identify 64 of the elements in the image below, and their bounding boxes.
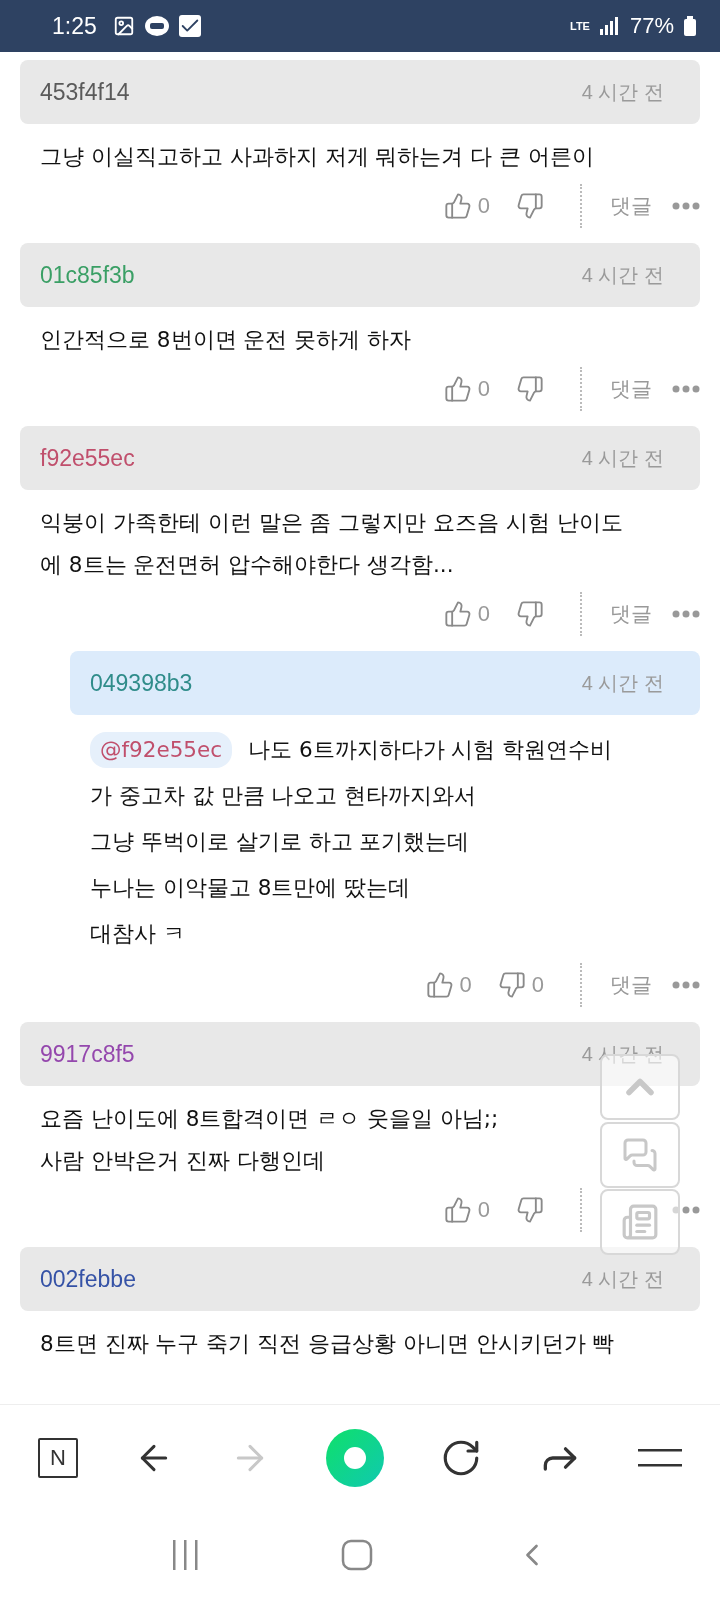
like-count: 0 xyxy=(459,972,472,998)
timestamp: 4 시간 전 xyxy=(581,670,664,696)
comment-text: 대참사 ㅋ xyxy=(90,920,185,948)
home-logo[interactable]: N xyxy=(38,1437,78,1478)
center-button[interactable] xyxy=(326,1428,384,1487)
reply-link[interactable]: 댓글 xyxy=(610,192,652,220)
like-count: 0 xyxy=(477,376,490,402)
timestamp: 4 시간 전 xyxy=(581,445,664,471)
like-count: 0 xyxy=(477,601,490,627)
thumbs-up-icon[interactable] xyxy=(443,600,472,628)
mention-tag[interactable]: @f92e55ec xyxy=(90,732,233,768)
comment-text: 익붕이 가족한테 이런 말은 좀 그렇지만 요즈음 시험 난이도 xyxy=(40,509,623,537)
thumbs-up-icon[interactable] xyxy=(443,375,472,403)
comment-text: 누나는 이악물고 8트만에 땄는데 xyxy=(90,874,411,902)
menu-icon[interactable] xyxy=(638,1448,682,1467)
thumbs-up-icon[interactable] xyxy=(443,192,472,220)
timestamp: 4 시간 전 xyxy=(581,79,664,105)
network-label: LTE xyxy=(570,20,590,32)
clock: 1:25 xyxy=(52,12,97,40)
battery-icon xyxy=(684,16,696,36)
more-icon[interactable] xyxy=(672,610,700,618)
check-icon xyxy=(178,15,201,37)
username[interactable]: 453f4f14 xyxy=(40,78,130,106)
comment-text: 요즘 난이도에 8트합격이면 ㄹㅇ 웃을일 아님;; xyxy=(40,1105,499,1133)
thumbs-up-icon[interactable] xyxy=(443,1196,472,1224)
like-count: 0 xyxy=(477,1197,490,1223)
image-icon xyxy=(112,15,135,37)
comment-text: 그냥 이실직고하고 사과하지 저게 뭐하는겨 다 큰 어른이 xyxy=(40,143,594,171)
username[interactable]: 002febbe xyxy=(40,1265,136,1293)
battery-level: 77% xyxy=(629,13,674,39)
more-icon[interactable] xyxy=(672,1206,700,1214)
comment-text: 가 중고차 값 만큼 나오고 현타까지와서 xyxy=(90,782,477,810)
reply-link[interactable]: 댓글 xyxy=(610,971,652,999)
home-icon[interactable] xyxy=(341,1539,373,1571)
recent-apps-icon[interactable] xyxy=(170,1540,201,1570)
timestamp: 4 시간 전 xyxy=(581,1266,664,1292)
username[interactable]: f92e55ec xyxy=(40,444,135,472)
dislike-count: 0 xyxy=(531,972,544,998)
username[interactable]: 01c85f3b xyxy=(40,261,135,289)
comment-text: 인간적으로 8번이면 운전 못하게 하자 xyxy=(40,326,412,354)
more-icon[interactable] xyxy=(672,202,700,210)
thumbs-up-icon[interactable] xyxy=(425,971,454,999)
like-count: 0 xyxy=(477,193,490,219)
thumbs-down-icon[interactable] xyxy=(516,192,544,220)
comment-text: 나도 6트까지하다가 시험 학원연수비 xyxy=(248,736,613,764)
thumbs-down-icon[interactable] xyxy=(516,600,544,628)
comment-text: 사람 안박은거 진짜 다행인데 xyxy=(40,1147,325,1175)
thumbs-down-icon[interactable] xyxy=(516,375,544,403)
comment-text: 에 8트는 운전면허 압수해야한다 생각함... xyxy=(40,551,454,579)
comment-text: 그냥 뚜벅이로 살기로 하고 포기했는데 xyxy=(90,828,470,856)
chat-bubble-icon xyxy=(144,16,169,36)
timestamp: 4 시간 전 xyxy=(581,262,664,288)
username[interactable]: 9917c8f5 xyxy=(40,1040,135,1068)
comment-text: 8트면 진짜 누구 죽기 직전 응급상황 아니면 안시키던가 빡 xyxy=(40,1330,615,1358)
chat-bubbles-icon xyxy=(622,1137,658,1173)
list-icon xyxy=(621,1203,659,1241)
more-icon[interactable] xyxy=(672,981,700,989)
more-icon[interactable] xyxy=(672,385,700,393)
reply-link[interactable]: 댓글 xyxy=(610,375,652,403)
thumbs-down-icon[interactable] xyxy=(497,971,526,999)
username[interactable]: 049398b3 xyxy=(90,669,193,697)
signal-icon xyxy=(599,17,620,35)
thumbs-down-icon[interactable] xyxy=(516,1196,544,1224)
reply-link[interactable]: 댓글 xyxy=(610,600,652,628)
